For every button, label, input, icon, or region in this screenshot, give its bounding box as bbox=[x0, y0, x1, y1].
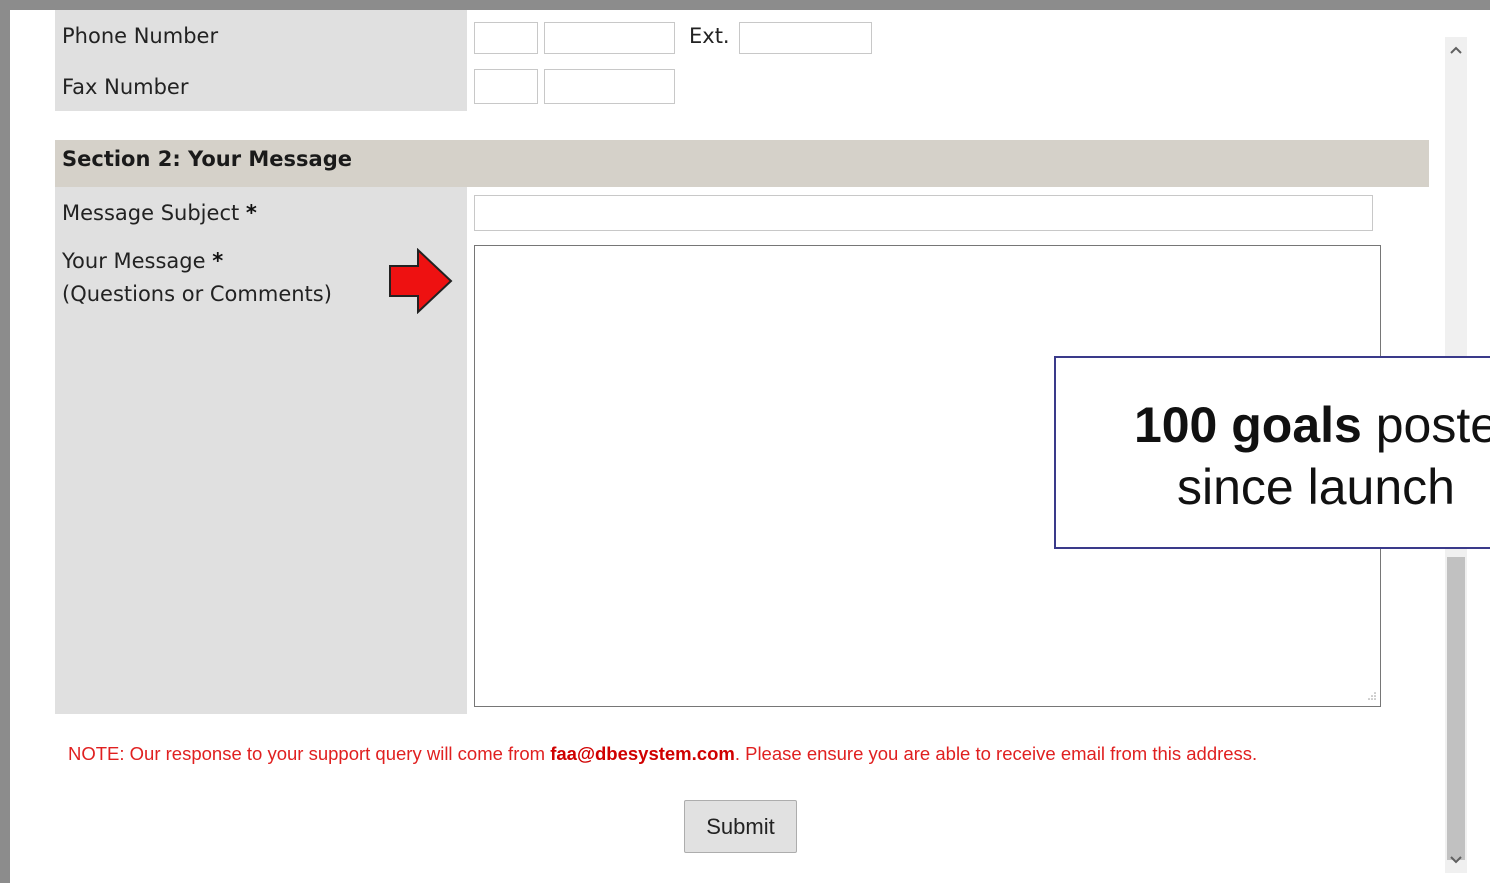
note-email: faa@dbesystem.com bbox=[550, 743, 735, 764]
goals-callout: 100 goals poste since launch bbox=[1054, 356, 1490, 549]
message-label-text: Your Message bbox=[62, 249, 206, 273]
ext-label: Ext. bbox=[689, 24, 730, 48]
note-suffix: . Please ensure you are able to receive … bbox=[734, 743, 1258, 764]
form-content: Phone Number Ext. Fax Number Section 2: … bbox=[10, 10, 1490, 883]
message-label: Your Message * bbox=[62, 245, 223, 278]
section-2-header: Section 2: Your Message bbox=[55, 140, 1429, 187]
phone-ext-input[interactable] bbox=[739, 22, 872, 54]
message-sublabel: (Questions or Comments) bbox=[62, 282, 332, 306]
required-marker: * bbox=[245, 201, 257, 225]
subject-label-text: Message Subject bbox=[62, 201, 240, 225]
goals-count: 100 goals bbox=[1133, 397, 1362, 453]
goals-callout-text: 100 goals poste since launch bbox=[1056, 394, 1490, 518]
support-note: NOTE: Our response to your support query… bbox=[68, 743, 1257, 765]
subject-label: Message Subject * bbox=[62, 197, 257, 230]
required-marker: * bbox=[212, 249, 224, 273]
fax-area-code-input[interactable] bbox=[474, 69, 538, 104]
fax-number-input[interactable] bbox=[544, 69, 675, 104]
resize-grip-icon[interactable] bbox=[1366, 692, 1376, 702]
message-subject-input[interactable] bbox=[474, 195, 1373, 231]
phone-area-code-input[interactable] bbox=[474, 22, 538, 54]
support-dialog: Phone Number Ext. Fax Number Section 2: … bbox=[10, 10, 1490, 883]
section-2-title: Section 2: Your Message bbox=[62, 147, 352, 171]
note-prefix: NOTE: Our response to your support query… bbox=[68, 743, 551, 764]
red-right-arrow-icon bbox=[389, 248, 453, 314]
chevron-up-icon[interactable] bbox=[1445, 39, 1467, 61]
phone-label: Phone Number bbox=[62, 24, 219, 48]
scrollbar-thumb[interactable] bbox=[1447, 557, 1465, 860]
goals-callout-line1: 100 goals poste bbox=[1056, 394, 1490, 456]
goals-count-rest: poste bbox=[1361, 397, 1490, 453]
phone-number-input[interactable] bbox=[544, 22, 675, 54]
goals-callout-line2: since launch bbox=[1177, 459, 1455, 515]
chevron-down-icon[interactable] bbox=[1445, 849, 1467, 871]
submit-button[interactable]: Submit bbox=[684, 800, 797, 853]
fax-label: Fax Number bbox=[62, 75, 189, 99]
